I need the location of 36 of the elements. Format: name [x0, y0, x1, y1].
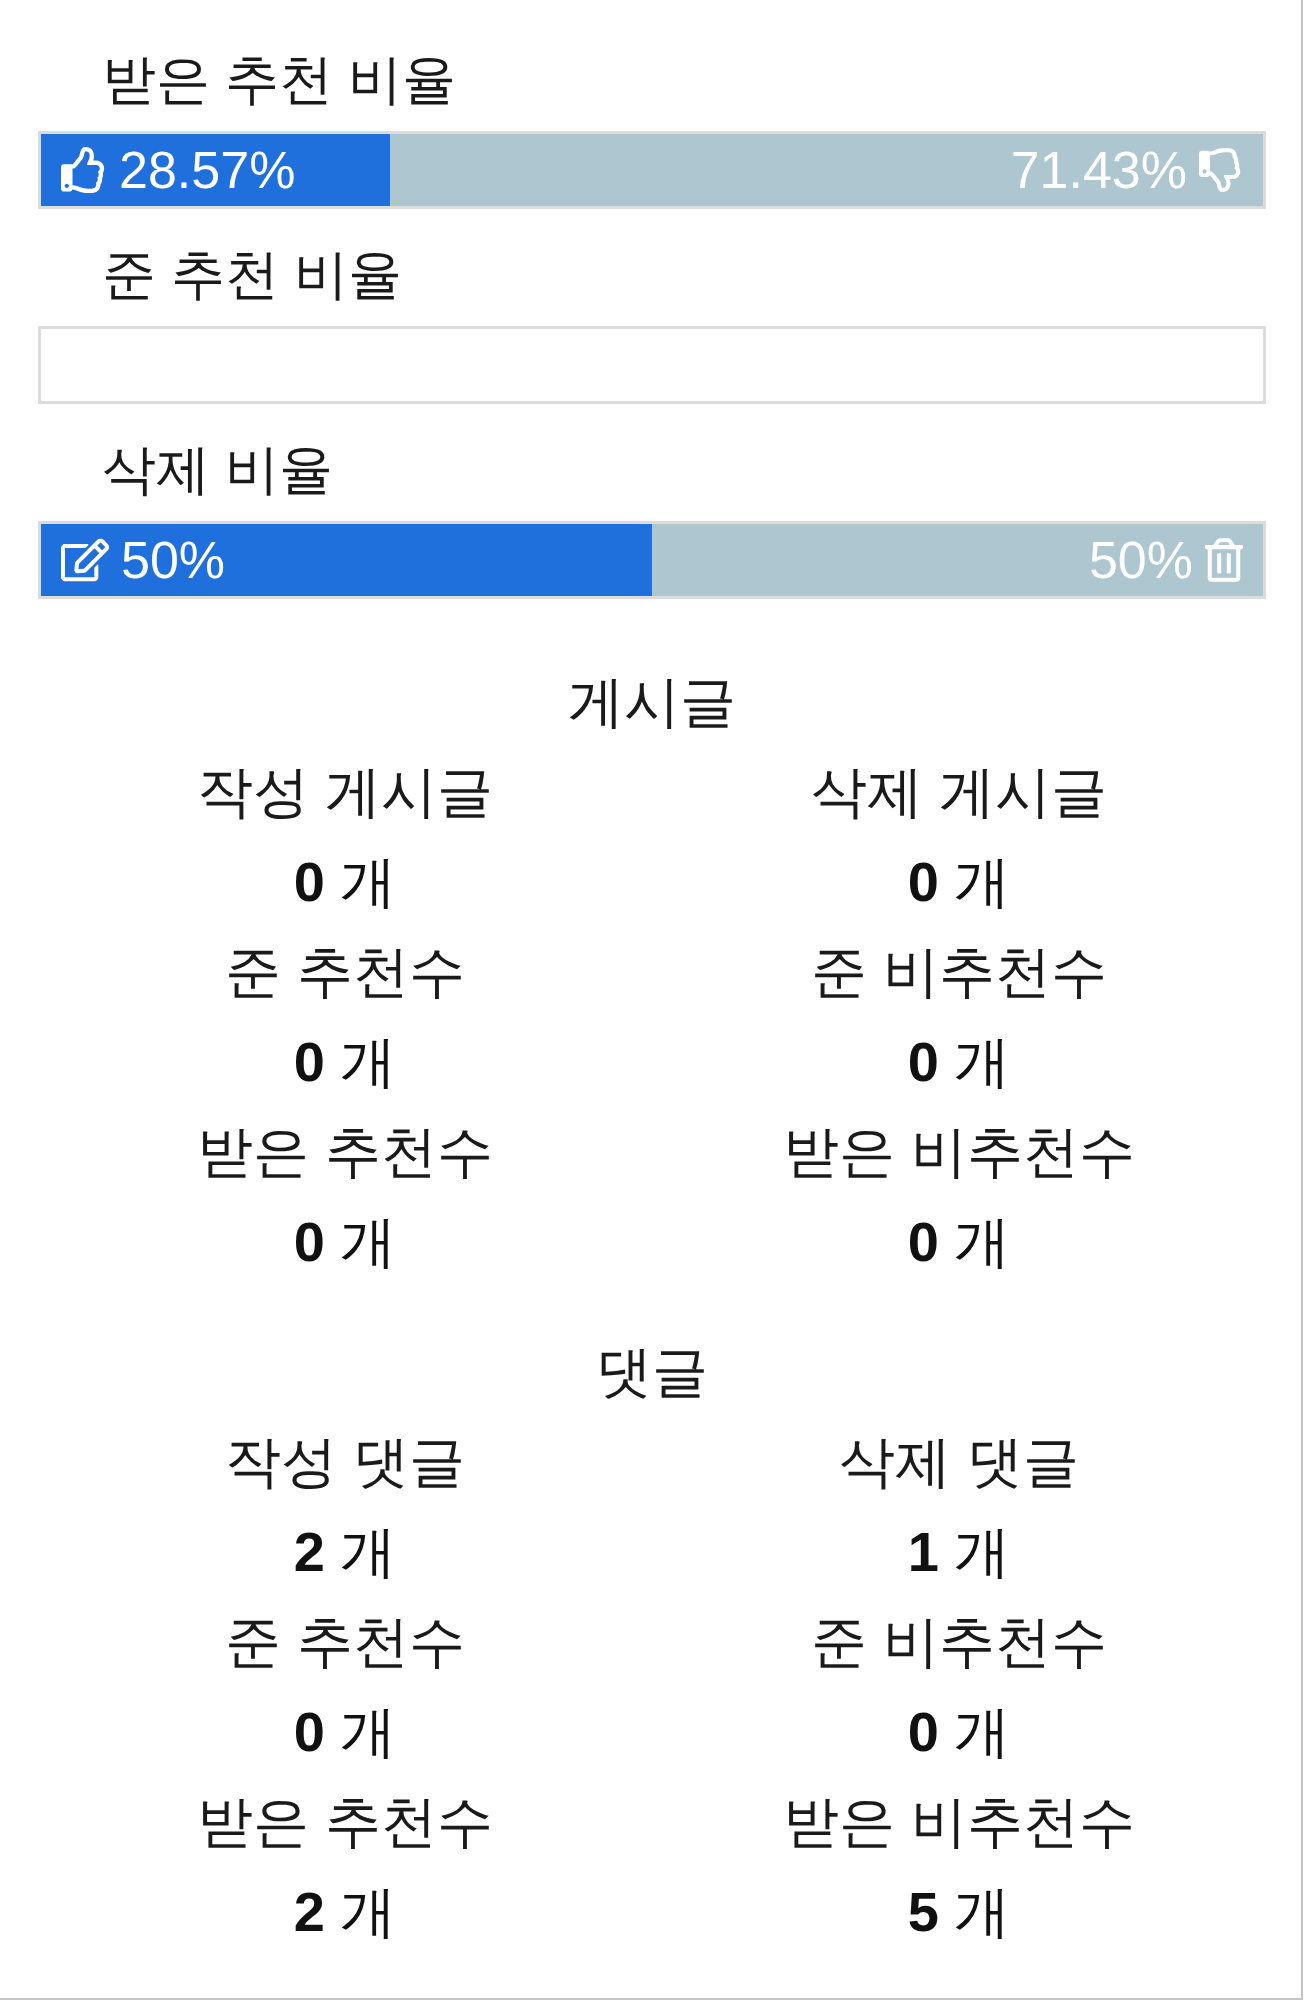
stat-value: 2 개 — [293, 1524, 397, 1580]
percent-label: 50% — [121, 534, 226, 586]
percent-label: 50% — [1088, 534, 1193, 586]
section-title: 댓글 — [596, 1344, 708, 1400]
stat-label: 작성 댓글 — [225, 1434, 465, 1490]
stat-value: 5 개 — [907, 1884, 1011, 1940]
stat-value: 0 개 — [293, 1704, 397, 1760]
stat-value: 0 개 — [293, 854, 397, 910]
percent-label: 71.43% — [1010, 144, 1187, 196]
stat-label: 받은 추천수 — [197, 1794, 493, 1850]
section-title: 게시글 — [568, 674, 736, 730]
stat-value: 0 개 — [907, 1704, 1011, 1760]
thumbs-down-icon — [1199, 148, 1243, 192]
stat-label: 준 비추천수 — [811, 1614, 1107, 1670]
trash-icon — [1205, 538, 1243, 582]
stat-value: 1 개 — [907, 1524, 1011, 1580]
stat-label: 받은 추천수 — [197, 1124, 493, 1180]
stat-label: 삭제 댓글 — [839, 1434, 1079, 1490]
stat-value: 0 개 — [293, 1214, 397, 1270]
stat-label: 작성 게시글 — [197, 764, 493, 820]
stat-value: 0 개 — [907, 1214, 1011, 1270]
stat-label: 준 추천수 — [225, 944, 465, 1000]
stat-label: 삭제 게시글 — [811, 764, 1107, 820]
percent-label: 28.57% — [119, 144, 296, 196]
ratio-label: 받은 추천 비율 — [102, 52, 456, 106]
stat-value: 0 개 — [293, 1034, 397, 1090]
stat-value: 2 개 — [293, 1884, 397, 1940]
ratio-label: 삭제 비율 — [102, 442, 333, 496]
stat-label: 준 비추천수 — [811, 944, 1107, 1000]
stat-label: 받은 비추천수 — [783, 1124, 1135, 1180]
stat-value: 0 개 — [907, 854, 1011, 910]
ratio-label: 준 추천 비율 — [102, 247, 402, 301]
stat-label: 준 추천수 — [225, 1614, 465, 1670]
stat-value: 0 개 — [907, 1034, 1011, 1090]
thumbs-up-icon — [61, 147, 107, 193]
stat-label: 받은 비추천수 — [783, 1794, 1135, 1850]
